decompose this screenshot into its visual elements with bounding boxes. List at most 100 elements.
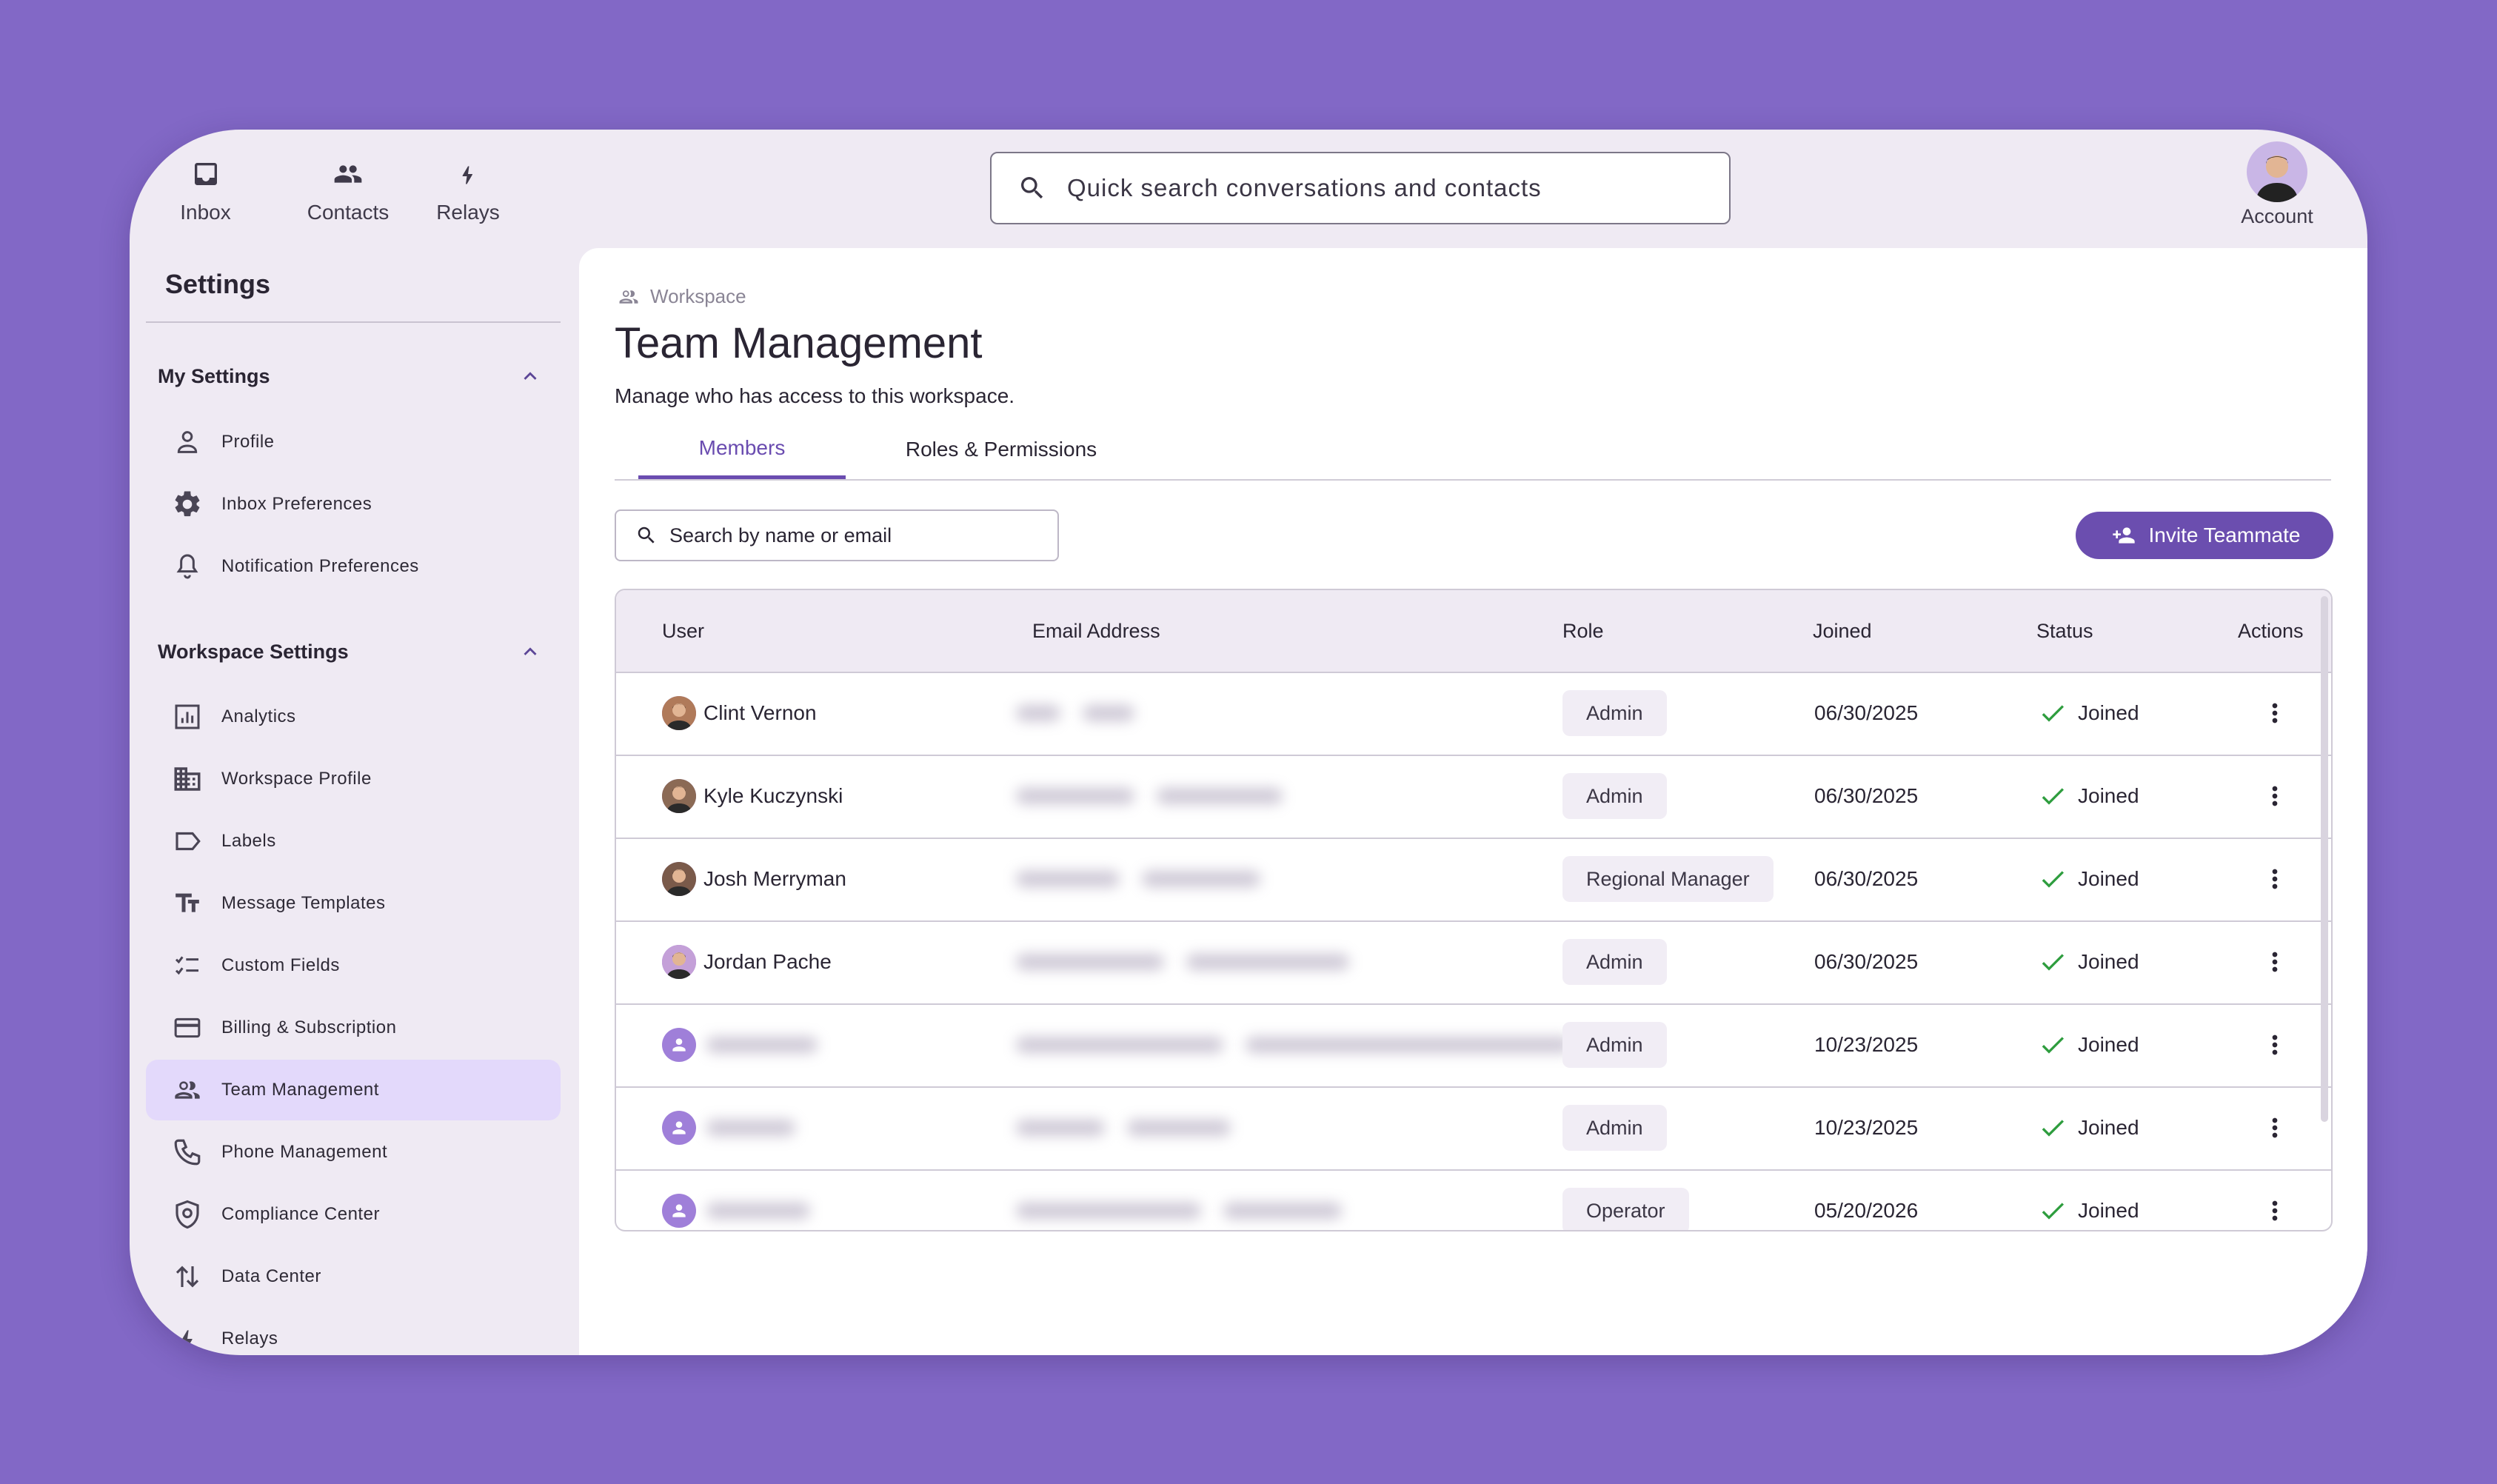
label-icon (170, 823, 205, 859)
redacted-name (706, 1120, 795, 1136)
more-vert-icon[interactable] (2260, 857, 2290, 901)
sidebar-item-label: Workspace Profile (221, 769, 372, 789)
user-name: Clint Vernon (703, 701, 817, 724)
sidebar-item-phone-management[interactable]: Phone Management (146, 1122, 561, 1183)
avatar (662, 1194, 696, 1228)
sidebar-item-inbox-preferences[interactable]: Inbox Preferences (146, 474, 561, 535)
sidebar-item-compliance-center[interactable]: Compliance Center (146, 1184, 561, 1245)
table-row[interactable]: Admin 10/23/2025 Joined (616, 1086, 2331, 1171)
role-badge: Admin (1562, 773, 1667, 819)
sidebar-item-label: Relays (221, 1328, 278, 1348)
more-vert-icon[interactable] (2260, 940, 2290, 984)
person-icon (170, 424, 205, 460)
sidebar-item-workspace-profile[interactable]: Workspace Profile (146, 749, 561, 809)
joined-date: 06/30/2025 (1814, 701, 1919, 724)
bolt-icon (170, 1321, 205, 1355)
joined-date: 10/23/2025 (1814, 1116, 1919, 1139)
add-person-icon (2112, 527, 2135, 544)
redacted-name (706, 1203, 810, 1219)
email-cell (1016, 838, 1260, 920)
redacted-email (1127, 1120, 1231, 1136)
sidebar-item-analytics[interactable]: Analytics (146, 686, 561, 747)
joined-date: 06/30/2025 (1814, 950, 1919, 973)
col-joined[interactable]: Joined (1813, 590, 1872, 672)
account-button[interactable]: Account (2233, 141, 2321, 228)
more-vert-icon[interactable] (2260, 774, 2290, 818)
redacted-email (1083, 705, 1134, 721)
role-badge: Operator (1562, 1188, 1689, 1230)
building-icon (170, 761, 205, 797)
main-panel: Workspace Team Management Manage who has… (579, 248, 2367, 1355)
avatar (662, 779, 696, 813)
more-vert-icon[interactable] (2260, 1106, 2290, 1150)
role-badge: Admin (1562, 939, 1667, 985)
my-settings-toggle[interactable]: My Settings (158, 358, 543, 395)
member-search-input[interactable] (668, 523, 1057, 548)
sidebar-item-billing[interactable]: Billing & Subscription (146, 997, 561, 1058)
checklist-icon (170, 948, 205, 983)
email-cell (1016, 1003, 1571, 1086)
role-cell: Admin (1562, 920, 1667, 1003)
col-user[interactable]: User (662, 590, 704, 672)
breadcrumb-label: Workspace (650, 285, 746, 307)
tab-members[interactable]: Members (638, 420, 846, 479)
sidebar-item-relays[interactable]: Relays (146, 1308, 561, 1355)
actions-cell (2260, 1003, 2290, 1086)
page-description: Manage who has access to this workspace. (615, 384, 1015, 407)
sidebar-item-notification-preferences[interactable]: Notification Preferences (146, 536, 561, 597)
table-row[interactable]: Admin 10/23/2025 Joined (616, 1003, 2331, 1088)
col-status[interactable]: Status (2036, 590, 2093, 672)
sidebar-item-profile[interactable]: Profile (146, 412, 561, 472)
check-icon (2042, 1120, 2064, 1137)
actions-cell (2260, 1086, 2290, 1169)
nav-relays[interactable]: Relays (401, 152, 535, 233)
status-text: Joined (2078, 784, 2139, 807)
workspace-settings-toggle[interactable]: Workspace Settings (158, 633, 543, 670)
role-cell: Operator (1562, 1169, 1689, 1230)
redacted-email (1016, 1120, 1105, 1136)
tab-roles-permissions[interactable]: Roles & Permissions (890, 420, 1112, 479)
status-cell: Joined (2038, 755, 2139, 838)
sidebar-item-custom-fields[interactable]: Custom Fields (146, 935, 561, 996)
phone-icon (170, 1134, 205, 1170)
table-row[interactable]: Operator 05/20/2026 Joined (616, 1169, 2331, 1230)
status-cell: Joined (2038, 1086, 2139, 1169)
more-vert-icon[interactable] (2260, 1023, 2290, 1067)
sidebar-item-data-center[interactable]: Data Center (146, 1246, 561, 1307)
table-row[interactable]: Kyle Kuczynski Admin 06/30/2025 Joined (616, 755, 2331, 839)
redacted-email (1016, 705, 1060, 721)
status-cell: Joined (2038, 672, 2139, 755)
redacted-email (1016, 1037, 1223, 1053)
status-cell: Joined (2038, 1169, 2139, 1230)
email-cell (1016, 755, 1283, 838)
table-scrollbar[interactable] (2321, 596, 2328, 1122)
sidebar-item-label: Custom Fields (221, 955, 340, 975)
redacted-email (1016, 871, 1120, 887)
user-cell (662, 1003, 818, 1086)
breadcrumb[interactable]: Workspace (616, 285, 746, 308)
table-row[interactable]: Clint Vernon Admin 06/30/2025 Joined (616, 672, 2331, 756)
sidebar-item-labels[interactable]: Labels (146, 811, 561, 872)
member-search[interactable] (615, 509, 1059, 561)
col-role[interactable]: Role (1562, 590, 1604, 672)
analytics-icon (170, 699, 205, 735)
sidebar-item-message-templates[interactable]: Message Templates (146, 873, 561, 934)
col-email[interactable]: Email Address (1032, 590, 1160, 672)
joined-date: 06/30/2025 (1814, 784, 1919, 807)
table-row[interactable]: Jordan Pache Admin 06/30/2025 Joined (616, 920, 2331, 1005)
sidebar-item-team-management[interactable]: Team Management (146, 1060, 561, 1120)
tab-divider (615, 479, 2331, 481)
role-badge: Admin (1562, 690, 1667, 736)
avatar (662, 1111, 696, 1145)
table-row[interactable]: Josh Merryman Regional Manager 06/30/202… (616, 838, 2331, 922)
actions-cell (2260, 838, 2290, 920)
more-vert-icon[interactable] (2260, 1189, 2290, 1230)
global-search[interactable] (990, 152, 1731, 224)
status-text: Joined (2078, 1033, 2139, 1056)
global-search-input[interactable] (1066, 173, 1729, 203)
invite-teammate-button[interactable]: Invite Teammate (2076, 512, 2333, 559)
nav-label: Relays (436, 201, 500, 224)
more-vert-icon[interactable] (2260, 691, 2290, 735)
role-badge: Regional Manager (1562, 856, 1774, 902)
nav-inbox[interactable]: Inbox (130, 152, 281, 233)
